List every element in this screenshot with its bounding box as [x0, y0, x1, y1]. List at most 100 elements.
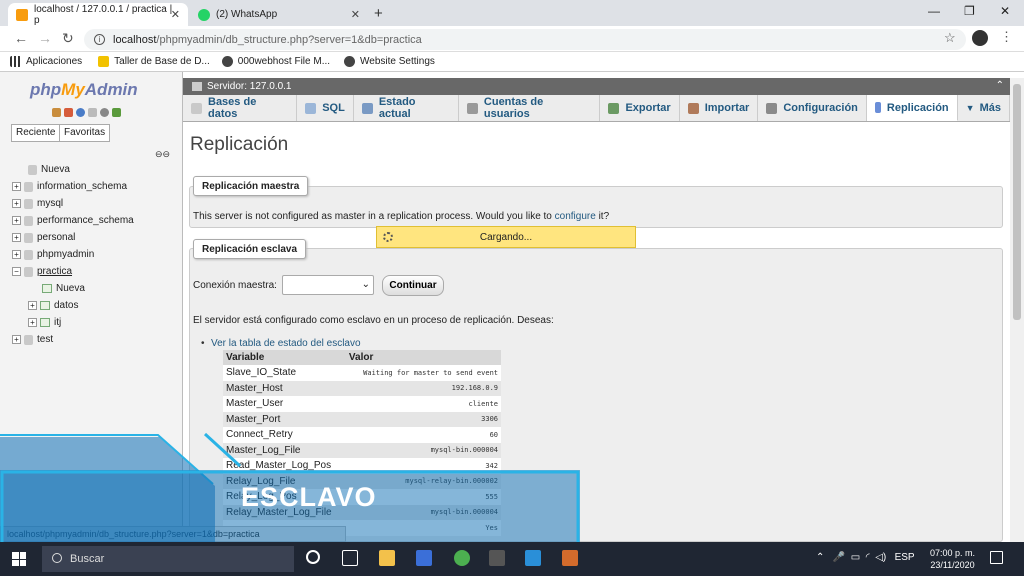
back-arrow-icon[interactable]: ← [14, 30, 28, 46]
info-icon[interactable]: i [94, 34, 105, 45]
chrome-icon[interactable] [454, 550, 470, 566]
expand-icon[interactable]: + [12, 250, 21, 259]
apps-grid-icon [10, 56, 21, 67]
tree-table-nueva[interactable]: Nueva [42, 283, 85, 294]
variable-cell: Read_Master_Log_Pos [223, 458, 346, 474]
bookmark-apps[interactable]: Aplicaciones [10, 56, 82, 67]
menu-cuentas-usuarios[interactable]: Cuentas de usuarios [459, 95, 601, 121]
xampp-icon[interactable] [562, 550, 578, 566]
server-breadcrumb[interactable]: Servidor: 127.0.0.1 ⌃ [183, 78, 1010, 95]
menu-importar[interactable]: Importar [680, 95, 759, 121]
windows-start-icon[interactable] [12, 552, 26, 566]
menu-sql[interactable]: SQL [297, 95, 354, 121]
app-icon[interactable] [525, 550, 541, 566]
reload-nav-icon[interactable] [112, 108, 121, 117]
clock[interactable]: 07:00 p. m. 23/11/2020 [930, 547, 975, 571]
notifications-icon[interactable] [990, 551, 1003, 564]
table-row: Master_Port 3306 [223, 411, 501, 427]
tree-label: information_schema [37, 181, 128, 192]
omnibox[interactable]: i localhost/phpmyadmin/db_structure.php?… [84, 29, 966, 50]
minimize-button[interactable]: — [928, 4, 940, 18]
forward-arrow-icon[interactable]: → [38, 30, 52, 46]
menu-kebab-icon[interactable]: ⋮ [1000, 29, 1013, 45]
logout-icon[interactable] [64, 108, 73, 117]
cortana-icon[interactable] [306, 550, 320, 564]
connection-label: Conexión maestra: [193, 280, 277, 291]
bookmark-000webhost[interactable]: 000webhost File M... [221, 56, 330, 67]
docs-icon[interactable] [88, 108, 97, 117]
scrollbar-thumb[interactable] [1013, 84, 1021, 320]
tab-reciente[interactable]: Reciente [11, 124, 61, 142]
tree-table-datos[interactable]: + datos [28, 300, 78, 311]
new-tab-button[interactable]: + [374, 5, 383, 22]
value-cell: 3306 [345, 411, 501, 427]
menu-mas[interactable]: ▼ Más [958, 95, 1010, 121]
help-icon[interactable] [76, 108, 85, 117]
menu-estado-actual[interactable]: Estado actual [354, 95, 459, 121]
continue-button[interactable]: Continuar [382, 275, 444, 296]
database-icon [24, 181, 33, 192]
battery-icon[interactable]: ▭ [851, 552, 860, 563]
close-tab-icon[interactable]: ✕ [171, 8, 180, 21]
file-explorer-icon[interactable] [379, 550, 395, 566]
menu-exportar[interactable]: Exportar [600, 95, 680, 121]
menu-label: Más [979, 102, 1001, 114]
volume-icon[interactable]: ◁) [875, 552, 886, 563]
collapse-arrow-icon[interactable]: ⌃ [996, 80, 1004, 91]
vertical-scrollbar[interactable] [1010, 78, 1024, 542]
profile-avatar[interactable] [972, 30, 988, 46]
tree-db-practica[interactable]: − practica [12, 266, 72, 277]
expand-icon[interactable]: + [12, 182, 21, 191]
teams-icon[interactable] [416, 550, 432, 566]
tab-whatsapp[interactable]: (2) WhatsApp ✕ [190, 3, 368, 26]
tree-db-test[interactable]: + test [12, 334, 53, 345]
tree-item-nueva[interactable]: Nueva [28, 164, 70, 175]
tree-table-itj[interactable]: + itj [28, 317, 61, 328]
language-indicator[interactable]: ESP [895, 552, 915, 563]
tree-db-mysql[interactable]: + mysql [12, 198, 63, 209]
link-collapse-icon[interactable]: ⊖⊖ [155, 149, 170, 160]
expand-icon[interactable]: + [12, 216, 21, 225]
taskbar-search[interactable]: Buscar [42, 546, 294, 572]
expand-icon[interactable]: + [12, 335, 21, 344]
expand-icon[interactable]: + [12, 199, 21, 208]
menu-configuracion[interactable]: Configuración [758, 95, 867, 121]
bookmark-website-settings[interactable]: Website Settings [344, 56, 435, 67]
phpmyadmin-logo[interactable]: phpMyAdmin [30, 80, 138, 100]
tree-db-information_schema[interactable]: + information_schema [12, 181, 127, 192]
home-icon[interactable] [52, 108, 61, 117]
tree-db-phpmyadmin[interactable]: + phpmyadmin [12, 249, 94, 260]
menu-replicacion[interactable]: Replicación [866, 95, 958, 121]
terminal-icon[interactable] [489, 550, 505, 566]
wifi-icon[interactable]: ◜ [866, 552, 870, 563]
tree-db-performance_schema[interactable]: + performance_schema [12, 215, 134, 226]
tab-favoritas[interactable]: Favoritas [59, 124, 111, 142]
master-msg-text: This server is not configured as master … [193, 211, 555, 222]
settings-gear-icon[interactable] [100, 108, 109, 117]
database-icon [24, 266, 33, 277]
tab-phpmyadmin[interactable]: localhost / 127.0.0.1 / practica | p ✕ [8, 3, 188, 26]
slave-status-link[interactable]: Ver la tabla de estado del esclavo [201, 338, 361, 349]
bookmark-taller[interactable]: Taller de Base de D... [98, 56, 210, 67]
collapse-icon[interactable]: − [12, 267, 21, 276]
task-view-icon[interactable] [342, 550, 358, 566]
bookmark-star-icon[interactable]: ☆ [944, 30, 956, 46]
reload-icon[interactable]: ↻ [62, 30, 74, 47]
menu-bases-de-datos[interactable]: Bases de datos [183, 95, 298, 121]
chevron-up-icon[interactable]: ⌃ [816, 552, 824, 563]
expand-icon[interactable]: + [12, 233, 21, 242]
slave-legend: Replicación esclava [193, 239, 307, 259]
close-window-button[interactable]: ✕ [1000, 4, 1010, 18]
restore-button[interactable]: ❐ [964, 4, 975, 18]
loading-text: Cargando... [479, 231, 533, 243]
microphone-icon[interactable]: 🎤 [833, 552, 845, 563]
database-icon [24, 232, 33, 243]
expand-icon[interactable]: + [28, 301, 37, 310]
database-icon [24, 198, 33, 209]
expand-icon[interactable]: + [28, 318, 37, 327]
master-connection-select[interactable]: ⌄ [282, 275, 374, 295]
close-tab-icon[interactable]: ✕ [351, 8, 360, 21]
tree-db-personal[interactable]: + personal [12, 232, 75, 243]
col-valor: Valor [345, 350, 501, 365]
configure-link[interactable]: configure [555, 211, 596, 222]
